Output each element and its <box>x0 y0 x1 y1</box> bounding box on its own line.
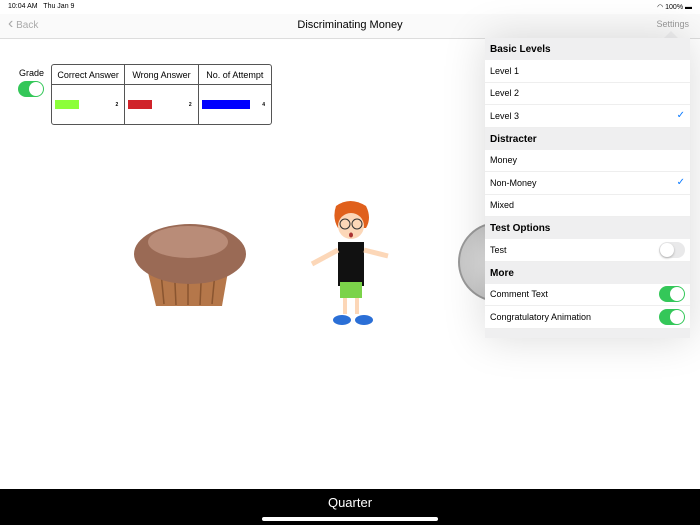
popover-arrow <box>664 31 678 38</box>
column-header: Correct Answer <box>52 65 125 85</box>
section-distracter: Distracter <box>490 133 537 145</box>
wrong-bar <box>128 100 153 109</box>
comment-text-row: Comment Text <box>485 283 690 306</box>
page-title: Discriminating Money <box>297 19 403 31</box>
battery-level: 100% <box>665 4 684 11</box>
score-table: Correct Answer 2 Wrong Answer 2 No. of Att… <box>51 64 272 125</box>
correct-bar <box>55 100 79 109</box>
section-basic-levels: Basic Levels <box>490 44 551 55</box>
money-option[interactable]: Money <box>485 149 690 172</box>
mixed-option[interactable]: Mixed <box>485 194 690 217</box>
attempt-bar <box>201 100 250 109</box>
comment-text-toggle[interactable] <box>659 286 685 303</box>
correct-count: 2 <box>115 102 119 108</box>
settings-button[interactable]: Settings <box>656 19 689 29</box>
correct-column: Correct Answer 2 <box>52 65 126 124</box>
congratulatory-animation-toggle[interactable] <box>659 308 685 325</box>
section-test-options: Test Options <box>490 223 551 234</box>
level-2-option[interactable]: Level 2 <box>485 82 690 105</box>
non-money-option[interactable]: Non-Money ✓ <box>485 172 690 195</box>
wrong-count: 2 <box>188 102 192 108</box>
option-label: Level 3 <box>490 110 520 121</box>
option-label: Congratulatory Animation <box>490 311 592 322</box>
option-label: Non-Money <box>490 177 537 188</box>
grade-label: Grade <box>19 68 45 78</box>
answer-label: Quarter <box>327 495 373 510</box>
option-label: Test <box>490 244 507 255</box>
status-date: Thu Jan 9 <box>43 3 75 10</box>
section-more: More <box>490 267 514 279</box>
option-label: Level 2 <box>490 88 520 99</box>
grade-control: Grade <box>18 68 44 97</box>
status-bar: 10:04 AM Thu Jan 9 ◠ 100% ▬ <box>0 0 700 14</box>
test-toggle[interactable] <box>659 241 685 258</box>
status-time: 10:04 AM <box>8 3 38 10</box>
congratulatory-animation-row: Congratulatory Animation <box>485 306 690 329</box>
boy-image[interactable] <box>308 198 393 330</box>
wrong-column: Wrong Answer 2 <box>125 65 199 124</box>
home-indicator[interactable] <box>262 517 438 521</box>
checkmark-icon: ✓ <box>676 177 685 189</box>
grade-toggle[interactable] <box>18 81 44 97</box>
muffin-image[interactable] <box>130 212 250 312</box>
option-label: Comment Text <box>490 289 548 300</box>
checkmark-icon: ✓ <box>676 110 685 122</box>
attempt-column: No. of Attempt 4 <box>198 65 271 124</box>
option-label: Level 1 <box>490 65 520 76</box>
test-row: Test <box>485 239 690 262</box>
column-header: No. of Attempt <box>198 65 271 85</box>
column-header: Wrong Answer <box>125 65 198 85</box>
option-label: Money <box>490 155 518 166</box>
level-1-option[interactable]: Level 1 <box>485 60 690 83</box>
level-3-option[interactable]: Level 3 ✓ <box>485 105 690 128</box>
navigation-bar: ‹ Back Discriminating Money Settings <box>0 14 700 39</box>
wifi-icon: ◠ <box>657 4 664 11</box>
settings-popover: Basic Levels Level 1 Level 2 Level 3 ✓ Di… <box>485 38 690 338</box>
battery-icon: ▬ <box>685 4 692 11</box>
attempt-count: 4 <box>262 102 265 108</box>
option-label: Mixed <box>490 200 515 211</box>
